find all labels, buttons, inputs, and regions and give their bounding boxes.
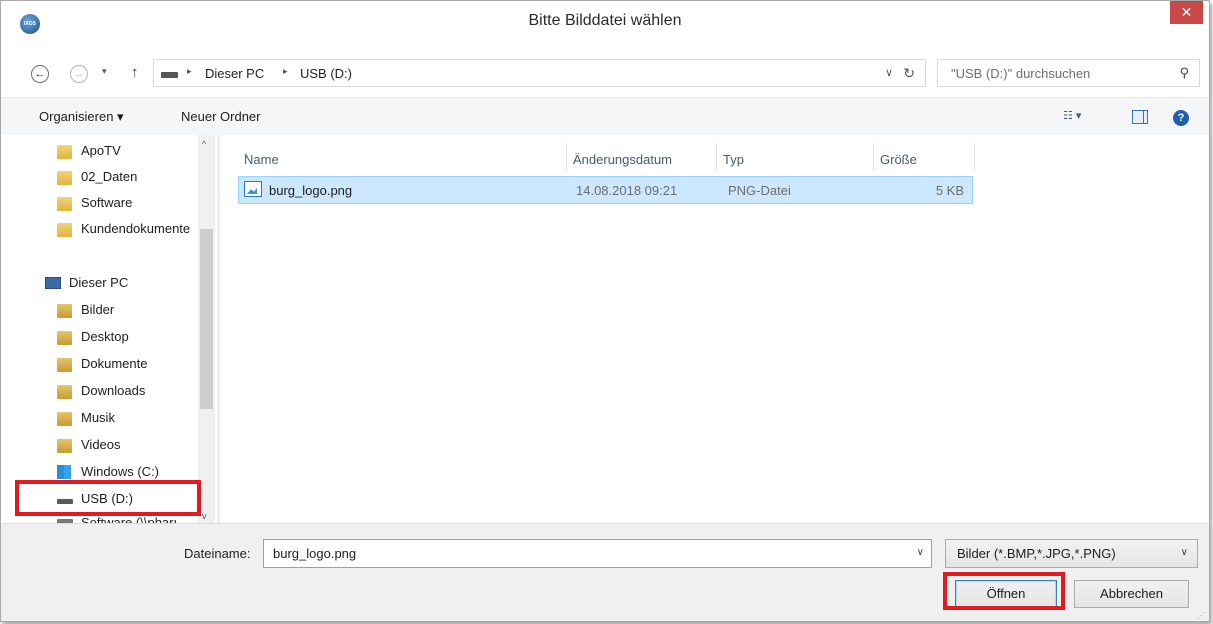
address-dropdown-icon[interactable]: ∨ <box>885 66 893 79</box>
image-file-icon <box>244 181 262 197</box>
refresh-icon[interactable]: ↻ <box>903 65 915 82</box>
sidebar-item-label: Bilder <box>81 302 115 317</box>
breadcrumb-usb[interactable]: USB (D:) <box>300 66 352 81</box>
column-header-label: Name <box>244 152 279 167</box>
search-input[interactable]: "USB (D:)" durchsuchen ⚲ <box>937 59 1200 87</box>
search-placeholder: "USB (D:)" durchsuchen <box>951 66 1091 81</box>
computer-icon <box>45 277 61 289</box>
close-button[interactable]: ✕ <box>1170 1 1203 24</box>
folder-icon <box>57 223 72 237</box>
dialog-title: Bitte Bilddatei wählen <box>528 12 682 29</box>
file-type-filter-select[interactable]: Bilder (*.BMP,*.JPG,*.PNG) ∨ <box>945 539 1198 568</box>
forward-button[interactable]: → <box>70 65 88 83</box>
sidebar-item-label: Windows (C:) <box>81 464 160 479</box>
back-button[interactable]: ← <box>31 65 49 83</box>
search-icon[interactable]: ⚲ <box>1179 65 1189 81</box>
column-header-size[interactable]: Größe <box>874 143 975 171</box>
sidebar-item-label: USB (D:) <box>81 491 133 506</box>
new-folder-button[interactable]: Neuer Ordner <box>181 109 260 124</box>
documents-folder-icon <box>57 358 72 372</box>
address-bar[interactable]: ▸ Dieser PC ▸ USB (D:) ∨ ↻ <box>153 59 926 87</box>
folder-icon <box>57 145 72 159</box>
desktop-folder-icon <box>57 331 72 345</box>
column-header-date[interactable]: Änderungsdatum <box>567 143 717 171</box>
open-button[interactable]: Öffnen <box>955 580 1057 608</box>
sidebar-item-label: Desktop <box>81 329 129 344</box>
change-view-icon[interactable]: ☷ ▾ <box>1063 109 1081 122</box>
file-name: burg_logo.png <box>269 183 353 198</box>
file-date: 14.08.2018 09:21 <box>576 183 678 198</box>
file-type: PNG-Datei <box>728 183 791 198</box>
navigation-pane: ApoTV 02_Daten Software Kundendokumente … <box>1 135 217 523</box>
recent-locations-chevron-icon[interactable]: ▾ <box>102 66 107 77</box>
file-size: 5 KB <box>935 183 964 198</box>
sidebar-item-kundendokumente[interactable]: Kundendokumente <box>57 221 199 241</box>
sidebar-item-label: Dieser PC <box>69 275 129 290</box>
filename-input[interactable]: burg_logo.png ∨ <box>263 539 932 568</box>
music-folder-icon <box>57 412 72 426</box>
pictures-folder-icon <box>57 304 72 318</box>
sidebar-item-label: Kundendokumente <box>81 221 191 236</box>
navigation-bar: ← → ▾ ↑ ▸ Dieser PC ▸ USB (D:) ∨ ↻ "USB … <box>1 40 1209 97</box>
navigation-pane-scrollbar[interactable]: ^ v <box>198 135 215 523</box>
file-list: ^ Name Änderungsdatum Typ Größe burg_log… <box>220 135 1209 523</box>
videos-folder-icon <box>57 439 72 453</box>
title-bar: IXOS Bitte Bilddatei wählen ✕ <box>1 1 1209 40</box>
resize-grip-icon[interactable]: ⋰ <box>1197 611 1205 620</box>
folder-icon <box>57 171 72 185</box>
usb-drive-icon <box>161 72 178 78</box>
filename-label: Dateiname: <box>184 546 251 561</box>
breadcrumb-separator-icon: ▸ <box>283 66 288 76</box>
sidebar-item-label: Downloads <box>81 383 146 398</box>
dialog-footer: Dateiname: burg_logo.png ∨ Bilder (*.BMP… <box>1 523 1209 621</box>
sidebar-item-label: Software (\\pharı <box>81 515 178 523</box>
downloads-folder-icon <box>57 385 72 399</box>
sidebar-item-software-network[interactable]: Software (\\pharı <box>57 515 199 523</box>
organize-menu-button[interactable]: Organisieren ▾ <box>39 109 124 125</box>
scroll-down-icon[interactable]: v <box>202 511 207 521</box>
file-row-selected[interactable]: burg_logo.png 14.08.2018 09:21 PNG-Datei… <box>238 176 973 204</box>
preview-pane-icon[interactable] <box>1132 110 1148 124</box>
filename-value: burg_logo.png <box>273 546 357 561</box>
scroll-up-icon[interactable]: ^ <box>202 139 206 149</box>
sidebar-item-label: ApoTV <box>81 143 121 158</box>
column-header-type[interactable]: Typ <box>717 143 874 171</box>
command-bar: Organisieren ▾ Neuer Ordner ☷ ▾ ? <box>1 97 1209 135</box>
help-icon[interactable]: ? <box>1173 110 1189 126</box>
file-open-dialog: IXOS Bitte Bilddatei wählen ✕ ← → ▾ ↑ ▸ … <box>0 0 1210 622</box>
windows-drive-icon <box>57 465 71 479</box>
sidebar-item-label: Videos <box>81 437 121 452</box>
sidebar-item-label: Musik <box>81 410 115 425</box>
folder-icon <box>57 197 72 211</box>
usb-drive-icon <box>57 499 73 504</box>
sidebar-item-label: Software <box>81 195 133 210</box>
scrollbar-thumb[interactable] <box>200 229 213 409</box>
column-header-name[interactable]: ^ Name <box>238 143 567 171</box>
filename-dropdown-icon[interactable]: ∨ <box>917 547 924 558</box>
sidebar-item-label: 02_Daten <box>81 169 138 184</box>
file-type-filter-value: Bilder (*.BMP,*.JPG,*.PNG) <box>957 546 1116 561</box>
breadcrumb-dieser-pc[interactable]: Dieser PC <box>205 66 264 81</box>
up-button[interactable]: ↑ <box>131 64 139 81</box>
sidebar-item-label: Dokumente <box>81 356 148 371</box>
column-header-label: Typ <box>723 152 744 167</box>
column-header-label: Größe <box>880 152 917 167</box>
cancel-button[interactable]: Abbrechen <box>1074 580 1189 608</box>
breadcrumb-separator-icon: ▸ <box>187 66 192 76</box>
column-header-label: Änderungsdatum <box>573 152 673 167</box>
chevron-down-icon: ∨ <box>1180 547 1188 558</box>
